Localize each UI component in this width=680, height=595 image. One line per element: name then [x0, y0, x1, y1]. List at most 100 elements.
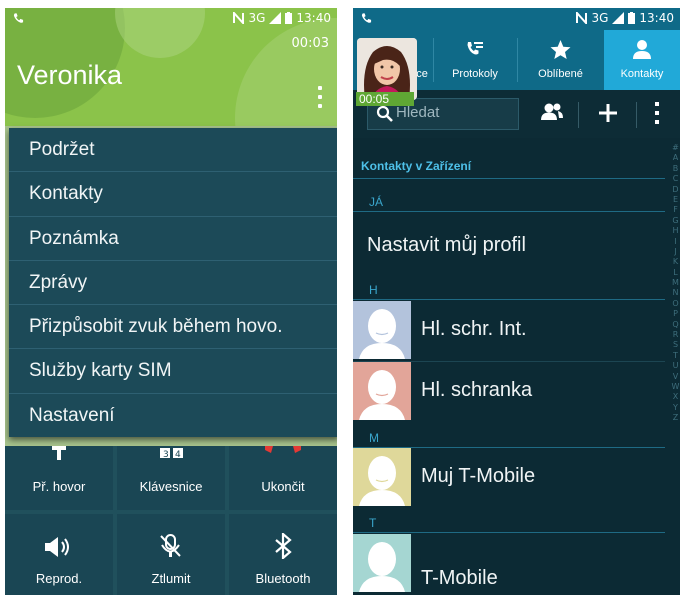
index-letter[interactable]: G: [671, 216, 680, 226]
index-letter[interactable]: P: [671, 309, 680, 319]
list-item-name: T-Mobile: [421, 567, 498, 589]
more-options-icon[interactable]: [655, 102, 661, 124]
header-decoration: [235, 18, 337, 126]
svg-text:3: 3: [163, 450, 169, 460]
index-letter[interactable]: Y: [671, 403, 680, 413]
nfc-icon: [233, 12, 245, 24]
list-item-name: Hl. schr. Int.: [421, 318, 527, 340]
menu-item-adapt-sound[interactable]: Přizpůsobit zvuk během hovo.: [9, 305, 337, 350]
tab-call-log[interactable]: Protokoly: [434, 30, 516, 90]
call-log-icon: [467, 42, 483, 55]
list-item[interactable]: Nastavit můj profil: [353, 212, 665, 278]
group-divider: [353, 299, 665, 300]
caller-name: Veronika: [17, 60, 123, 90]
index-letter[interactable]: U: [671, 361, 680, 371]
menu-item-messages[interactable]: Zprávy: [9, 261, 337, 306]
index-letter[interactable]: N: [671, 288, 680, 298]
index-letter[interactable]: I: [671, 237, 680, 247]
index-letter[interactable]: L: [671, 268, 680, 278]
list-item[interactable]: Hl. schr. Int.: [353, 301, 665, 361]
index-letter[interactable]: V: [671, 372, 680, 382]
call-chip-time: 00:05: [359, 92, 390, 106]
call-options-menu: Podržet Kontakty Poznámka Zprávy Přizpůs…: [9, 128, 337, 438]
list-item[interactable]: Hl. schranka: [353, 362, 665, 422]
index-letter[interactable]: B: [671, 164, 680, 174]
list-item[interactable]: Muj T-Mobile: [353, 448, 665, 508]
more-options-icon[interactable]: [317, 86, 323, 108]
status-time: 13:40: [296, 11, 331, 25]
end-call-button[interactable]: Ukončit: [229, 446, 337, 510]
speaker-button[interactable]: Reprod.: [5, 514, 113, 595]
ongoing-call-avatar[interactable]: [357, 38, 417, 100]
index-letter[interactable]: O: [671, 299, 680, 309]
person-icon: [633, 40, 651, 59]
svg-text:4: 4: [175, 450, 181, 460]
index-letter[interactable]: J: [671, 247, 680, 257]
default-avatar-icon: [353, 301, 411, 359]
index-letter[interactable]: R: [671, 330, 680, 340]
tab-favorites[interactable]: Oblíbené: [518, 30, 603, 90]
tab-contacts[interactable]: Kontakty: [604, 30, 680, 90]
nfc-icon: [576, 12, 588, 24]
contacts-screen: 3G 13:40 ce Protokoly Oblíbené Kontakty …: [353, 8, 680, 595]
alphabet-index[interactable]: # A B C D E F G H I J K L M N O P Q R S T U V W X Y Z: [671, 143, 680, 595]
index-letter[interactable]: Q: [671, 320, 680, 330]
contact-avatar: [353, 448, 411, 506]
index-letter[interactable]: E: [671, 195, 680, 205]
keypad-icon: 34: [160, 448, 183, 460]
bluetooth-label: Bluetooth: [255, 571, 311, 586]
add-contact-icon[interactable]: [597, 102, 619, 124]
index-letter[interactable]: C: [671, 174, 680, 184]
index-letter[interactable]: A: [671, 153, 680, 163]
section-divider: [353, 178, 665, 179]
tab-call-log-label: Protokoly: [452, 68, 498, 80]
network-type: 3G: [591, 11, 609, 25]
menu-item-contacts[interactable]: Kontakty: [9, 172, 337, 217]
call-screen: 3G 13:40 00:03 Veronika Podržet Kontakty…: [5, 8, 337, 595]
index-letter[interactable]: H: [671, 226, 680, 236]
add-call-label: Př. hovor: [32, 479, 86, 494]
toolbar-divider: [636, 102, 637, 128]
mute-label: Ztlumit: [151, 571, 191, 586]
add-call-button[interactable]: Př. hovor: [5, 446, 113, 510]
contact-avatar: [353, 301, 411, 359]
index-letter[interactable]: S: [671, 340, 680, 350]
index-letter[interactable]: X: [671, 392, 680, 402]
group-divider: [353, 532, 665, 533]
bluetooth-button[interactable]: Bluetooth: [229, 514, 337, 595]
add-call-icon: [52, 446, 66, 460]
index-letter[interactable]: Z: [671, 413, 680, 423]
menu-item-settings[interactable]: Nastavení: [9, 394, 337, 437]
index-letter[interactable]: F: [671, 205, 680, 215]
index-letter[interactable]: #: [671, 143, 680, 153]
menu-item-hold[interactable]: Podržet: [9, 128, 337, 173]
caller-header: 3G 13:40 00:03 Veronika: [5, 8, 337, 126]
call-buttons: Př. hovor 34 Klávesnice Ukončit Reprod. …: [5, 446, 337, 595]
menu-item-memo[interactable]: Poznámka: [9, 217, 337, 261]
search-icon: [376, 105, 393, 122]
call-duration-chip[interactable]: 00:05: [356, 92, 414, 106]
battery-icon: [628, 12, 636, 24]
group-header-t: T: [369, 516, 377, 530]
mute-icon: [160, 534, 181, 557]
list-item[interactable]: T-Mobile: [353, 534, 665, 595]
mute-button[interactable]: Ztlumit: [117, 514, 225, 595]
status-bar: 3G 13:40: [5, 8, 337, 30]
keypad-button[interactable]: 34 Klávesnice: [117, 446, 225, 510]
bluetooth-icon: [275, 533, 292, 559]
groups-icon[interactable]: [539, 102, 565, 124]
contacts-list: Kontakty v Zařízení JÁ Nastavit můj prof…: [353, 138, 671, 595]
menu-item-sim-services[interactable]: Služby karty SIM: [9, 349, 337, 394]
index-letter[interactable]: K: [671, 257, 680, 267]
default-avatar-icon: [353, 448, 411, 506]
index-letter[interactable]: W: [671, 382, 680, 392]
contact-avatar: [353, 534, 411, 592]
star-icon: [550, 40, 571, 59]
index-letter[interactable]: M: [671, 278, 680, 288]
phone-status-icon: [13, 13, 24, 23]
index-letter[interactable]: D: [671, 185, 680, 195]
tab-favorites-label: Oblíbené: [538, 68, 583, 80]
default-avatar-icon: [353, 534, 411, 592]
index-letter[interactable]: T: [671, 351, 680, 361]
default-avatar-icon: [353, 362, 411, 420]
